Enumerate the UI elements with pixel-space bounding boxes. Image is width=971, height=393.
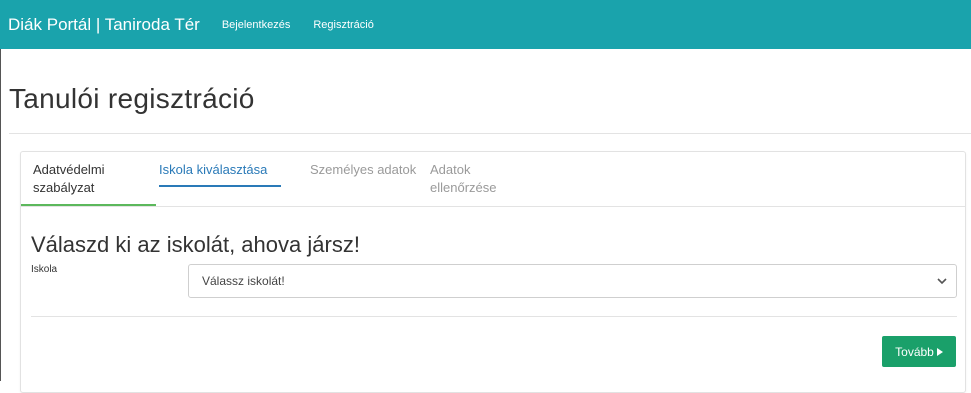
caret-right-icon bbox=[936, 347, 943, 356]
wizard-tabs: Adatvédelmi szabályzat Iskola kiválasztá… bbox=[21, 152, 965, 207]
top-navbar: Diák Portál | Taniroda Tér Bejelentkezés… bbox=[0, 0, 971, 49]
step-heading: Válaszd ki az iskolát, ahova jársz! bbox=[31, 232, 360, 257]
page-title: Tanulói regisztráció bbox=[9, 83, 255, 114]
page-left-border bbox=[0, 49, 1, 381]
chevron-down-icon bbox=[937, 278, 947, 285]
tab-data-review[interactable]: Adatok ellenőrzése bbox=[418, 152, 528, 205]
tab-label: Személyes adatok bbox=[310, 162, 417, 177]
tab-label: Adatvédelmi szabályzat bbox=[33, 162, 105, 195]
nav-register-link[interactable]: Regisztráció bbox=[313, 19, 374, 31]
school-select-value: Válassz iskolát! bbox=[202, 274, 285, 288]
tab-label: Adatok ellenőrzése bbox=[430, 162, 497, 195]
brand-title[interactable]: Diák Portál | Taniroda Tér bbox=[8, 15, 200, 35]
form-divider bbox=[31, 316, 957, 317]
title-divider bbox=[9, 133, 971, 134]
active-tab-underline bbox=[159, 185, 281, 187]
tab-privacy-policy[interactable]: Adatvédelmi szabályzat bbox=[21, 152, 156, 206]
nav-login-link[interactable]: Bejelentkezés bbox=[222, 19, 291, 31]
tab-label: Iskola kiválasztása bbox=[159, 162, 268, 177]
next-button-label: Tovább bbox=[895, 344, 934, 359]
next-button[interactable]: Tovább bbox=[882, 336, 956, 367]
school-select[interactable]: Válassz iskolát! bbox=[188, 264, 957, 298]
tab-personal-data[interactable]: Személyes adatok bbox=[298, 152, 428, 205]
registration-card: Adatvédelmi szabályzat Iskola kiválasztá… bbox=[20, 151, 966, 393]
tab-school-selection[interactable]: Iskola kiválasztása bbox=[147, 152, 293, 205]
school-field-label: Iskola bbox=[31, 264, 58, 275]
